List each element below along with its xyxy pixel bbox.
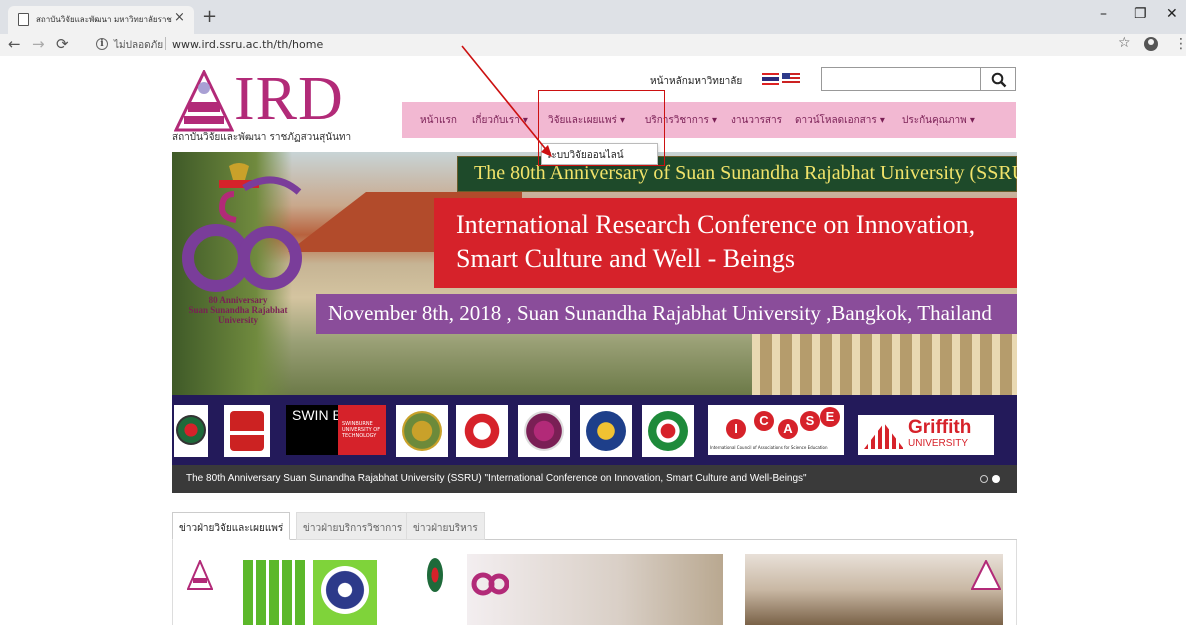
logo-text: IRD [234, 65, 344, 133]
news-photo-1[interactable] [467, 554, 723, 625]
icase-letter-i: I [726, 419, 746, 439]
restore-button[interactable]: ❐ [1134, 6, 1147, 22]
partner-logo-1 [174, 405, 208, 457]
minimize-button[interactable]: – [1100, 6, 1107, 22]
browser-tabstrip: สถาบันวิจัยและพัฒนา มหาวิทยาลัยราช × + –… [0, 0, 1186, 34]
university-home-link[interactable]: หน้าหลักมหาวิทยาลัย [650, 74, 742, 89]
icase-letter-c: C [754, 411, 774, 431]
search-button[interactable] [980, 67, 1016, 91]
seal-icon [321, 566, 369, 614]
swinburne-subtext: SWINBURNE UNIVERSITY OF TECHNOLOGY [338, 405, 386, 455]
bookmark-star-icon[interactable]: ☆ [1118, 35, 1131, 51]
nav-research[interactable]: วิจัยและเผยแพร่ ▾ [548, 113, 625, 128]
thai-flag-icon[interactable] [762, 73, 779, 85]
icase-letter-a: A [778, 419, 798, 439]
logo-caption: สถาบันวิจัยและพัฒนา ราชภัฏสวนสุนันทา [172, 132, 352, 143]
icase-letter-s: S [800, 411, 820, 431]
tab-admin-news[interactable]: ข่าวฝ่ายบริหาร [406, 512, 485, 540]
date-bar: November 8th, 2018 , Suan Sunandha Rajab… [316, 294, 1017, 334]
emblem-line1: 80 Anniversary [208, 295, 268, 305]
griffith-mark-icon [864, 423, 904, 449]
anniversary-emblem-text: 80 Anniversary Suan Sunandha Rajabhat Un… [178, 295, 298, 325]
address-bar: ← → ⟳ i ไม่ปลอดภัย www.ird.ssru.ac.th/th… [0, 34, 1186, 56]
conference-title-line2: Smart Culture and Well - Beings [456, 244, 795, 273]
griffith-logo: Griffith UNIVERSITY [858, 415, 994, 455]
80th-logo-icon [471, 572, 509, 596]
slider-dot-2[interactable] [992, 475, 1000, 483]
partner-logo-6 [518, 405, 570, 457]
anniversary-text: The 80th Anniversary of Suan Sunandha Ra… [474, 162, 1017, 184]
browser-tab[interactable]: สถาบันวิจัยและพัฒนา มหาวิทยาลัยราช × [8, 6, 194, 34]
news-tabs: ข่าวฝ่ายวิจัยและเผยแพร่ ข่าวฝ่ายบริการวิ… [172, 512, 1017, 540]
back-icon[interactable]: ← [8, 35, 21, 53]
partner-logo-8 [642, 405, 694, 457]
close-window-button[interactable]: ✕ [1166, 6, 1178, 22]
close-tab-icon[interactable]: × [174, 10, 185, 25]
news-panel [172, 540, 1017, 625]
security-label[interactable]: ไม่ปลอดภัย [114, 38, 163, 53]
news-small-logo [427, 558, 443, 592]
forward-icon[interactable]: → [32, 35, 45, 53]
news-thumbnail-1[interactable] [243, 560, 307, 625]
icase-letter-e: E [820, 407, 840, 427]
research-dropdown-menu: ระบบวิจัยออนไลน์ [541, 143, 658, 165]
partner-logo-7 [580, 405, 632, 457]
nav-download[interactable]: ดาวน์โหลดเอกสาร ▾ [795, 113, 885, 128]
slider-dot-1[interactable] [980, 475, 988, 483]
banner-building [752, 332, 1017, 395]
slider-caption: The 80th Anniversary Suan Sunandha Rajab… [186, 473, 807, 484]
tab-academic-news[interactable]: ข่าวฝ่ายบริการวิชาการ [296, 512, 410, 540]
emblem-line2: Suan Sunandha Rajabhat University [188, 305, 288, 325]
icase-logo: I C A S E International Council of Assoc… [708, 405, 844, 455]
news-photo-2[interactable] [745, 554, 1003, 625]
online-research-system-link[interactable]: ระบบวิจัยออนไลน์ [546, 148, 624, 163]
nav-quality[interactable]: ประกันคุณภาพ ▾ [902, 113, 975, 128]
partner-logos-strip: SWIN BUR NE SWINBURNE UNIVERSITY OF TECH… [172, 395, 1017, 465]
info-icon[interactable]: i [96, 38, 108, 50]
hero-banner[interactable]: 80 Anniversary Suan Sunandha Rajabhat Un… [172, 152, 1017, 395]
english-flag-icon[interactable] [782, 73, 800, 85]
page-icon [18, 13, 29, 26]
griffith-name: Griffith [908, 417, 972, 438]
new-tab-button[interactable]: + [202, 6, 217, 27]
reload-icon[interactable]: ⟳ [56, 35, 69, 53]
icase-caption: International Council of Associations fo… [710, 445, 828, 450]
tab-research-news[interactable]: ข่าวฝ่ายวิจัยและเผยแพร่ [172, 512, 291, 540]
ird-small-logo-icon [187, 560, 213, 590]
partner-logo-5 [456, 405, 508, 457]
nav-academic-service[interactable]: บริการวิชาการ ▾ [645, 113, 717, 128]
search-icon [991, 72, 1007, 88]
address-separator [165, 37, 166, 50]
ssru-triangle-logo-icon [174, 70, 234, 132]
80th-anniversary-emblem-icon [182, 163, 302, 292]
search-input[interactable] [821, 67, 981, 91]
ird-logo[interactable]: IRD [174, 65, 364, 134]
tab-title: สถาบันวิจัยและพัฒนา มหาวิทยาลัยราช [36, 15, 172, 24]
news-thumbnail-2[interactable] [313, 560, 377, 625]
nav-about[interactable]: เกี่ยวกับเรา ▾ [472, 113, 528, 128]
ird-corner-logo-icon [971, 560, 1001, 590]
nav-home[interactable]: หน้าแรก [420, 113, 457, 128]
upm-logo [224, 405, 270, 457]
account-icon[interactable] [1144, 37, 1158, 51]
more-menu-icon[interactable]: ⋮ [1174, 36, 1186, 52]
conference-title-box: International Research Conference on Inn… [434, 198, 1017, 288]
conference-title-line1: International Research Conference on Inn… [456, 210, 976, 239]
partner-logo-4 [396, 405, 448, 457]
swinburne-logo: SWIN BUR NE SWINBURNE UNIVERSITY OF TECH… [286, 405, 386, 455]
nav-journal[interactable]: งานวารสาร [731, 113, 782, 128]
slider-caption-bar: The 80th Anniversary Suan Sunandha Rajab… [172, 465, 1017, 493]
griffith-university-text: UNIVERSITY [908, 438, 969, 449]
url-field[interactable]: www.ird.ssru.ac.th/th/home [172, 38, 323, 51]
conference-date-text: November 8th, 2018 , Suan Sunandha Rajab… [328, 301, 992, 325]
main-navbar: หน้าแรก เกี่ยวกับเรา ▾ วิจัยและเผยแพร่ ▾… [402, 102, 1016, 138]
